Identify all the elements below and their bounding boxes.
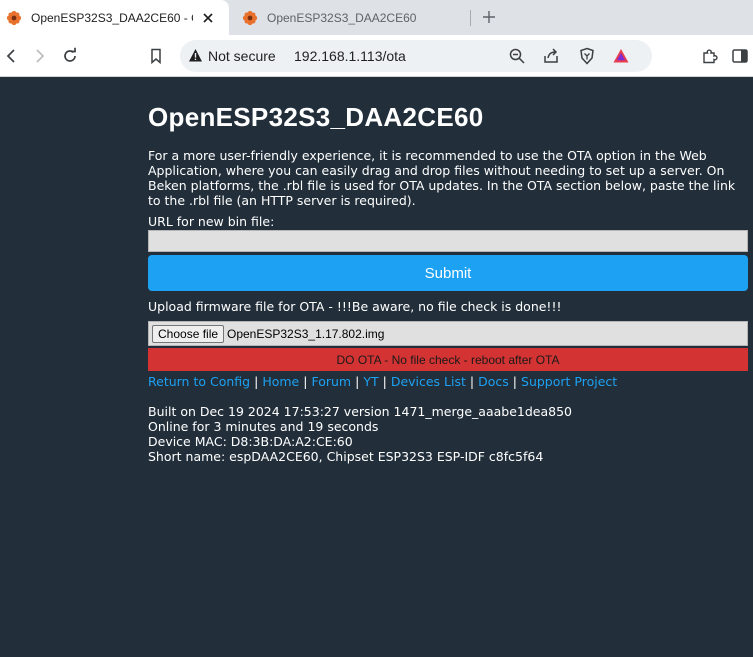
security-status-label[interactable]: Not secure <box>208 48 276 64</box>
tab-title: OpenESP32S3_DAA2CE60 <box>267 10 417 25</box>
link-separator: | <box>303 374 308 389</box>
selected-file-name: OpenESP32S3_1.17.802.img <box>227 327 385 341</box>
flower-favicon-icon <box>6 10 22 25</box>
reload-icon[interactable] <box>61 47 79 65</box>
page-title: OpenESP32S3_DAA2CE60 <box>148 102 484 132</box>
build-info: Built on Dec 19 2024 17:53:27 version 14… <box>148 404 572 419</box>
tab-home[interactable]: OpenESP32S3_DAA2CE60 <box>236 0 466 35</box>
tab-ota[interactable]: OpenESP32S3_DAA2CE60 - OTA <box>0 0 229 35</box>
choose-file-button[interactable]: Choose file <box>152 325 225 343</box>
link-separator: | <box>469 374 475 389</box>
link-forum[interactable]: Forum <box>311 374 351 389</box>
link-separator: | <box>254 374 259 389</box>
bin-url-input[interactable] <box>148 230 748 252</box>
flower-favicon-icon <box>242 10 258 25</box>
close-tab-icon[interactable] <box>201 11 215 25</box>
mac-info: Device MAC: D8:3B:DA:A2:CE:60 <box>148 434 353 449</box>
nav-links: Return to Config | Home | Forum | YT | Devices L… <box>148 374 617 389</box>
submit-button[interactable]: Submit <box>148 255 748 291</box>
browser-toolbar: Not secure 192.168.1.113/ota <box>0 35 753 77</box>
link-separator: | <box>382 374 387 389</box>
tab-divider <box>470 10 471 26</box>
url-text[interactable]: 192.168.1.113/ota <box>294 48 406 64</box>
url-field-label: URL for new bin file: <box>148 214 275 229</box>
link-support-project[interactable]: Support Project <box>521 374 617 389</box>
warning-icon <box>189 49 202 62</box>
link-home[interactable]: Home <box>262 374 299 389</box>
sidebar-panel-icon[interactable] <box>731 47 749 65</box>
tab-strip: OpenESP32S3_DAA2CE60 - OTA OpenESP32S3_D… <box>0 0 753 35</box>
share-icon[interactable] <box>542 47 560 65</box>
device-info: Built on Dec 19 2024 17:53:27 version 14… <box>148 404 572 464</box>
brave-shield-icon[interactable] <box>578 47 596 65</box>
forward-arrow-icon[interactable] <box>30 47 48 65</box>
link-separator: | <box>355 374 360 389</box>
link-devices-list[interactable]: Devices List <box>391 374 466 389</box>
new-tab-icon[interactable] <box>481 9 497 25</box>
link-separator: | <box>512 374 518 389</box>
ota-description: For a more user-friendly experience, it … <box>148 148 736 208</box>
firmware-file-input[interactable]: Choose file OpenESP32S3_1.17.802.img <box>148 321 748 346</box>
tab-title: OpenESP32S3_DAA2CE60 - OTA <box>31 10 193 25</box>
bookmark-icon[interactable] <box>147 47 165 65</box>
upload-firmware-label: Upload firmware file for OTA - !!!Be awa… <box>148 299 562 314</box>
do-ota-button[interactable]: DO OTA - No file check - reboot after OT… <box>148 348 748 371</box>
address-bar[interactable]: Not secure 192.168.1.113/ota <box>180 40 652 72</box>
link-return-to-config[interactable]: Return to Config <box>148 374 250 389</box>
uptime-info: Online for 3 minutes and 19 seconds <box>148 419 379 434</box>
extensions-puzzle-icon[interactable] <box>701 47 719 65</box>
back-arrow-icon[interactable] <box>3 47 21 65</box>
brave-rewards-icon[interactable] <box>612 47 630 65</box>
zoom-icon[interactable] <box>508 47 526 65</box>
link-docs[interactable]: Docs <box>478 374 509 389</box>
short-name-info: Short name: espDAA2CE60, Chipset ESP32S3… <box>148 449 544 464</box>
link-yt[interactable]: YT <box>363 374 378 389</box>
